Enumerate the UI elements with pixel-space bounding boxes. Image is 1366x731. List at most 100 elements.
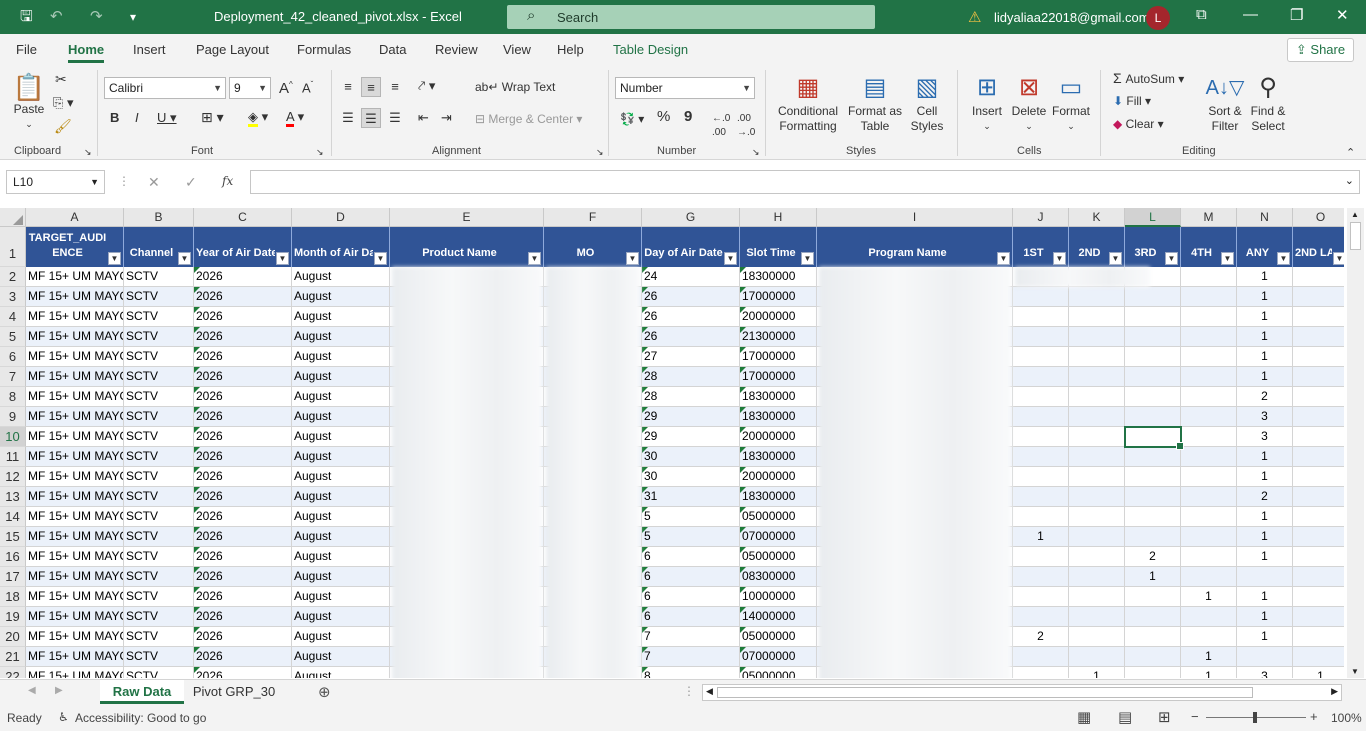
warning-icon[interactable]: ⚠ <box>968 8 981 26</box>
column-header-g[interactable]: G <box>642 208 740 227</box>
column-header-m[interactable]: M <box>1181 208 1237 227</box>
sheet-tab-raw-data[interactable]: Raw Data <box>100 680 184 704</box>
cell-n19[interactable]: 1 <box>1237 607 1293 627</box>
filter-dropdown-icon[interactable]: ▼ <box>276 252 289 265</box>
restore-icon[interactable]: ❐ <box>1290 6 1303 24</box>
vertical-scrollbar[interactable]: ▲ ▼ <box>1347 208 1364 678</box>
search-box[interactable]: ⌕ Search <box>507 5 875 29</box>
cell-h6[interactable]: 17000000 <box>740 347 817 367</box>
fill-color-icon[interactable]: ◈ ▾ <box>248 109 268 127</box>
cell-b8[interactable]: SCTV <box>124 387 194 407</box>
cell-n2[interactable]: 1 <box>1237 267 1293 287</box>
cell-a9[interactable]: MF 15+ UM MAYOR <box>26 407 124 427</box>
increase-indent-icon[interactable]: ⇥ <box>441 111 452 125</box>
cell-a8[interactable]: MF 15+ UM MAYOR <box>26 387 124 407</box>
cell-a18[interactable]: MF 15+ UM MAYOR <box>26 587 124 607</box>
cell-n7[interactable]: 1 <box>1237 367 1293 387</box>
cell-b7[interactable]: SCTV <box>124 367 194 387</box>
font-size-dropdown[interactable]: 9 ▼ <box>229 77 271 99</box>
cell-o9[interactable] <box>1293 407 1344 427</box>
cell-g3[interactable]: 26 <box>642 287 740 307</box>
cell-n9[interactable]: 3 <box>1237 407 1293 427</box>
tab-review[interactable]: Review <box>435 42 478 57</box>
drag-handle-icon[interactable]: ⋮ <box>118 174 130 188</box>
cell-l4[interactable] <box>1125 307 1181 327</box>
fill-button[interactable]: ⬇ Fill ▾ <box>1113 94 1151 108</box>
increase-decimal-icon[interactable]: ←.0.00 <box>712 112 730 140</box>
top-align-icon[interactable]: ≡ <box>338 77 358 97</box>
number-format-dropdown[interactable]: Number ▼ <box>615 77 755 99</box>
cell-g15[interactable]: 5 <box>642 527 740 547</box>
cell-n12[interactable]: 1 <box>1237 467 1293 487</box>
cell-g2[interactable]: 24 <box>642 267 740 287</box>
tab-formulas[interactable]: Formulas <box>297 42 351 57</box>
cell-n3[interactable]: 1 <box>1237 287 1293 307</box>
worksheet-grid[interactable]: A B C D E F G H I J K L M N O 1 2 3 4 5 6 7 8 9 10 11 12 13 14 15 16 17… <box>0 208 1344 678</box>
cell-g4[interactable]: 26 <box>642 307 740 327</box>
cell-o6[interactable] <box>1293 347 1344 367</box>
cell-c2[interactable]: 2026 <box>194 267 292 287</box>
tab-help[interactable]: Help <box>557 42 584 57</box>
cell-j16[interactable] <box>1013 547 1069 567</box>
cell-m4[interactable] <box>1181 307 1237 327</box>
sort-filter-button[interactable]: A↓▽ Sort & Filter <box>1202 72 1248 134</box>
cell-o16[interactable] <box>1293 547 1344 567</box>
cell-h17[interactable]: 08300000 <box>740 567 817 587</box>
cell-h19[interactable]: 14000000 <box>740 607 817 627</box>
cell-c8[interactable]: 2026 <box>194 387 292 407</box>
cell-g14[interactable]: 5 <box>642 507 740 527</box>
cell-j11[interactable] <box>1013 447 1069 467</box>
wrap-text-button[interactable]: ab↵ Wrap Text <box>475 80 555 94</box>
cell-c12[interactable]: 2026 <box>194 467 292 487</box>
cell-d8[interactable]: August <box>292 387 390 407</box>
prev-sheet-icon[interactable]: ◀ <box>28 685 36 696</box>
cell-j21[interactable] <box>1013 647 1069 667</box>
tab-view[interactable]: View <box>503 42 531 57</box>
cell-a22[interactable]: MF 15+ UM MAYOR <box>26 667 124 678</box>
format-as-table-button[interactable]: ▤ Format as Table <box>847 72 903 134</box>
cell-o18[interactable] <box>1293 587 1344 607</box>
cell-b5[interactable]: SCTV <box>124 327 194 347</box>
cell-k11[interactable] <box>1069 447 1125 467</box>
cell-g18[interactable]: 6 <box>642 587 740 607</box>
column-header-n[interactable]: N <box>1237 208 1293 227</box>
cell-l17[interactable]: 1 <box>1125 567 1181 587</box>
paste-button[interactable]: 📋 Paste ⌄ <box>12 72 46 132</box>
cell-o12[interactable] <box>1293 467 1344 487</box>
cell-n4[interactable]: 1 <box>1237 307 1293 327</box>
cell-m15[interactable] <box>1181 527 1237 547</box>
row-header-16[interactable]: 16 <box>0 547 26 567</box>
cell-a15[interactable]: MF 15+ UM MAYOR <box>26 527 124 547</box>
cell-h13[interactable]: 18300000 <box>740 487 817 507</box>
ribbon-display-icon[interactable]: ⧉ <box>1196 6 1207 23</box>
filter-dropdown-icon[interactable]: ▼ <box>1053 252 1066 265</box>
comma-style-icon[interactable]: 9 <box>684 109 692 124</box>
cell-m9[interactable] <box>1181 407 1237 427</box>
tab-data[interactable]: Data <box>379 42 406 57</box>
cell-l8[interactable] <box>1125 387 1181 407</box>
cell-b14[interactable]: SCTV <box>124 507 194 527</box>
column-header-k[interactable]: K <box>1069 208 1125 227</box>
row-header-15[interactable]: 15 <box>0 527 26 547</box>
scroll-up-icon[interactable]: ▲ <box>1351 210 1359 219</box>
cell-d14[interactable]: August <box>292 507 390 527</box>
cell-j8[interactable] <box>1013 387 1069 407</box>
cell-g17[interactable]: 6 <box>642 567 740 587</box>
format-painter-icon[interactable]: 🖌 <box>54 119 72 133</box>
cell-b3[interactable]: SCTV <box>124 287 194 307</box>
cell-g11[interactable]: 30 <box>642 447 740 467</box>
cell-o20[interactable] <box>1293 627 1344 647</box>
cell-j14[interactable] <box>1013 507 1069 527</box>
cell-d11[interactable]: August <box>292 447 390 467</box>
scroll-left-icon[interactable]: ◀ <box>706 686 713 697</box>
cell-c21[interactable]: 2026 <box>194 647 292 667</box>
cell-styles-button[interactable]: ▧ Cell Styles <box>904 72 950 134</box>
cell-g7[interactable]: 28 <box>642 367 740 387</box>
cell-k3[interactable] <box>1069 287 1125 307</box>
cell-o19[interactable] <box>1293 607 1344 627</box>
cell-d15[interactable]: August <box>292 527 390 547</box>
tab-home[interactable]: Home <box>68 42 105 63</box>
filter-dropdown-icon[interactable]: ▼ <box>724 252 737 265</box>
cell-o11[interactable] <box>1293 447 1344 467</box>
cell-b22[interactable]: SCTV <box>124 667 194 678</box>
